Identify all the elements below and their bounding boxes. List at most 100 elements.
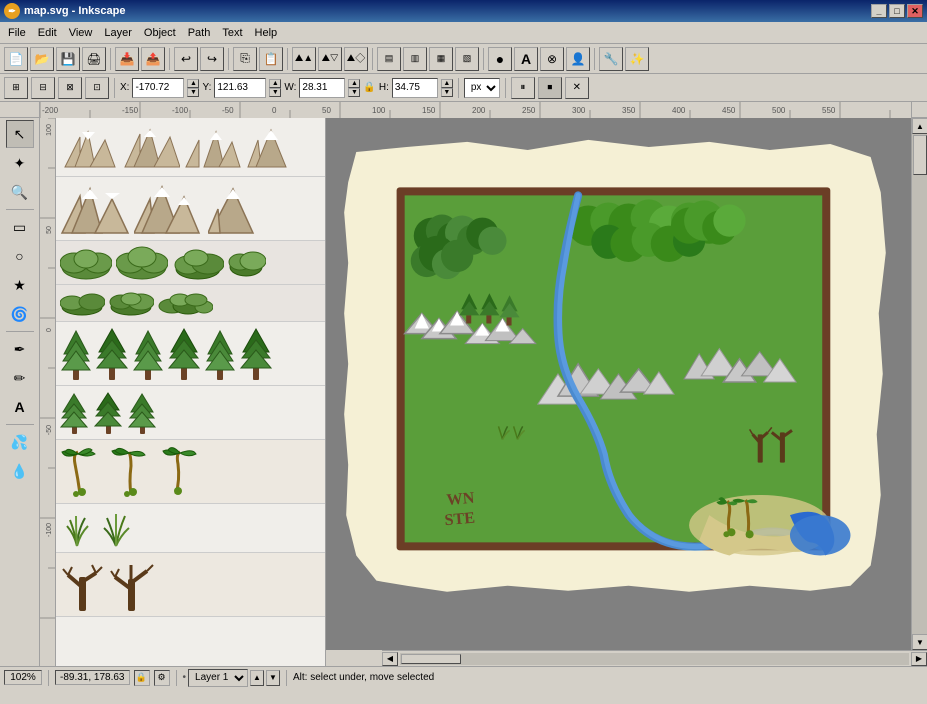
y-spinner[interactable]: ▲ ▼: [269, 79, 281, 97]
snap-btn-4[interactable]: ⊡: [85, 77, 109, 99]
sprite-tree-2[interactable]: [96, 326, 128, 381]
h-input[interactable]: [392, 78, 438, 98]
menu-file[interactable]: File: [2, 25, 32, 41]
w-input[interactable]: [299, 78, 345, 98]
x-input[interactable]: [132, 78, 184, 98]
symbol-btn[interactable]: ⊗: [540, 47, 564, 71]
scroll-right-button[interactable]: ▶: [911, 652, 927, 666]
w-spinner[interactable]: ▲ ▼: [348, 79, 360, 97]
copy-button[interactable]: ⎘: [233, 47, 257, 71]
node-tool[interactable]: ✦: [6, 149, 34, 177]
zoom-fit-button[interactable]: ⛰◇: [344, 47, 368, 71]
zoom-in-button[interactable]: ⛰▲: [292, 47, 316, 71]
horizontal-scrollbar[interactable]: ◀ ▶: [382, 650, 927, 666]
w-spin-up[interactable]: ▲: [348, 79, 360, 88]
sprite-tree-sm-3[interactable]: [128, 390, 158, 435]
sprite-palm-3[interactable]: [158, 444, 203, 499]
menu-layer[interactable]: Layer: [98, 25, 138, 41]
save-button[interactable]: 💾: [56, 47, 80, 71]
unit-select[interactable]: pxmmcmin: [464, 78, 500, 98]
menu-view[interactable]: View: [63, 25, 99, 41]
sprite-dead-tree-1[interactable]: [60, 557, 105, 612]
scroll-thumb-h[interactable]: [401, 654, 461, 664]
x-spin-up[interactable]: ▲: [187, 79, 199, 88]
print-button[interactable]: 🖨: [82, 47, 106, 71]
w-spin-down[interactable]: ▼: [348, 88, 360, 97]
sprite-small-bush-2[interactable]: [109, 289, 154, 317]
pause-btn[interactable]: ⏸: [511, 77, 535, 99]
zoom-out-button[interactable]: ⛰▽: [318, 47, 342, 71]
menu-help[interactable]: Help: [249, 25, 284, 41]
menu-edit[interactable]: Edit: [32, 25, 63, 41]
close-btn[interactable]: ✕: [565, 77, 589, 99]
sprite-tree-sm-2[interactable]: [94, 390, 124, 435]
sprite-tree-6[interactable]: [240, 326, 272, 381]
export-button[interactable]: 📤: [141, 47, 165, 71]
sprite-bush-1[interactable]: [60, 245, 112, 280]
window-controls[interactable]: _ □ ✕: [871, 4, 923, 18]
snap-btn-1[interactable]: ⊞: [4, 77, 28, 99]
sprite-dead-tree-2[interactable]: [109, 557, 154, 612]
magic-btn[interactable]: ✨: [625, 47, 649, 71]
scroll-down-button[interactable]: ▼: [912, 634, 927, 650]
text-tool[interactable]: A: [6, 393, 34, 421]
menu-text[interactable]: Text: [216, 25, 248, 41]
redo-button[interactable]: ↪: [200, 47, 224, 71]
circle-tool[interactable]: ○: [6, 242, 34, 270]
letter-btn[interactable]: A: [514, 47, 538, 71]
stop-btn[interactable]: ⏹: [538, 77, 562, 99]
sprite-mountain-sm-2[interactable]: [122, 122, 180, 172]
sprite-tree-5[interactable]: [204, 326, 236, 381]
sprite-mountain-lg-1[interactable]: [60, 181, 130, 236]
layer-select[interactable]: Layer 1: [188, 669, 248, 687]
undo-button[interactable]: ↩: [174, 47, 198, 71]
h-spin-down[interactable]: ▼: [441, 88, 453, 97]
sprite-grass-2[interactable]: [99, 508, 134, 548]
scroll-track-v[interactable]: [912, 134, 927, 634]
new-button[interactable]: 📄: [4, 47, 28, 71]
distribute-button[interactable]: ▧: [455, 47, 479, 71]
coords-lock-icon[interactable]: 🔒: [134, 670, 150, 686]
coords-settings-icon[interactable]: ⚙: [154, 670, 170, 686]
sprite-palm-1[interactable]: [60, 444, 105, 499]
align-tl-button[interactable]: ▤: [377, 47, 401, 71]
y-spin-down[interactable]: ▼: [269, 88, 281, 97]
star-tool[interactable]: ★: [6, 271, 34, 299]
circle-btn[interactable]: ●: [488, 47, 512, 71]
sprite-tree-1[interactable]: [60, 326, 92, 381]
h-spin-up[interactable]: ▲: [441, 79, 453, 88]
dropper-tool[interactable]: 💧: [6, 457, 34, 485]
pen-tool[interactable]: ✒: [6, 335, 34, 363]
spray-tool[interactable]: 💦: [6, 428, 34, 456]
maximize-button[interactable]: □: [889, 4, 905, 18]
scroll-track-h[interactable]: [400, 653, 909, 665]
sprite-mountain-lg-3[interactable]: [208, 181, 258, 236]
sprite-grass-1[interactable]: [60, 508, 95, 548]
scroll-left-button[interactable]: ◀: [382, 652, 398, 666]
snap-btn-2[interactable]: ⊟: [31, 77, 55, 99]
x-spinner[interactable]: ▲ ▼: [187, 79, 199, 97]
vertical-scrollbar[interactable]: ▲ ▼: [911, 118, 927, 650]
sprite-mountain-sm-3[interactable]: [184, 122, 242, 172]
align-tr-button[interactable]: ▦: [429, 47, 453, 71]
sprite-tree-3[interactable]: [132, 326, 164, 381]
sprite-small-bush-3[interactable]: [158, 289, 213, 317]
open-button[interactable]: 📂: [30, 47, 54, 71]
canvas-container[interactable]: WN STE: [326, 118, 911, 650]
close-button[interactable]: ✕: [907, 4, 923, 18]
rect-tool[interactable]: ▭: [6, 213, 34, 241]
snap-btn-3[interactable]: ⊠: [58, 77, 82, 99]
scroll-up-button[interactable]: ▲: [912, 118, 927, 134]
zoom-level[interactable]: 102%: [4, 670, 42, 685]
import-button[interactable]: 📥: [115, 47, 139, 71]
layer-down-icon[interactable]: ▼: [266, 670, 280, 686]
y-spin-up[interactable]: ▲: [269, 79, 281, 88]
align-t-button[interactable]: ▥: [403, 47, 427, 71]
paste-button[interactable]: 📋: [259, 47, 283, 71]
h-spinner[interactable]: ▲ ▼: [441, 79, 453, 97]
minimize-button[interactable]: _: [871, 4, 887, 18]
menu-object[interactable]: Object: [138, 25, 182, 41]
y-input[interactable]: [214, 78, 266, 98]
x-spin-down[interactable]: ▼: [187, 88, 199, 97]
menu-path[interactable]: Path: [182, 25, 217, 41]
